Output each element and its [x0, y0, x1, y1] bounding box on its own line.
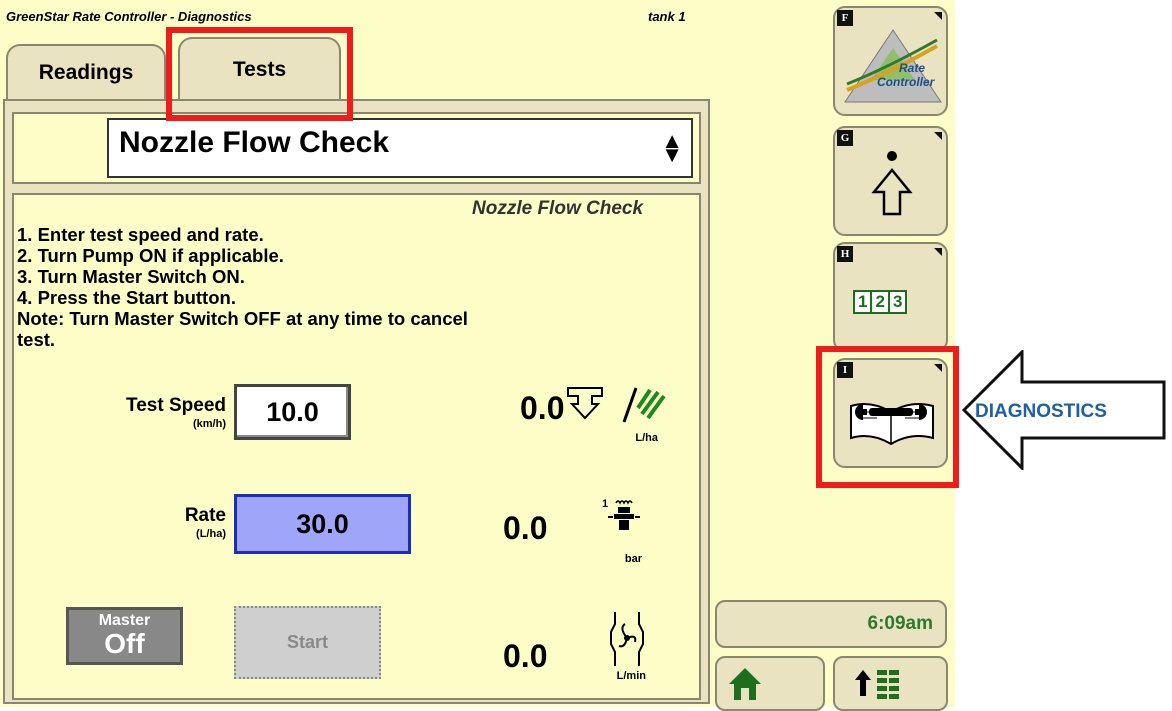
flow-value: 0.0 — [503, 638, 548, 674]
digit-two: 2 — [872, 290, 890, 314]
applied-rate-icon — [567, 387, 666, 423]
softkey-letter-g: G — [837, 130, 853, 146]
rate-unit: (L/ha) — [196, 528, 226, 540]
home-icon — [729, 668, 761, 700]
digit-three: 3 — [889, 290, 908, 314]
test-speed-unit: (km/h) — [193, 418, 226, 430]
instruction-line: test. — [17, 329, 56, 350]
softkey-g[interactable]: G — [833, 126, 948, 236]
softkey-f-rate-controller[interactable]: F Rate Controller — [833, 6, 948, 116]
rate-input[interactable]: 30.0 — [234, 494, 411, 554]
corner-marker-icon — [934, 12, 942, 20]
controller-logo-text: Controller — [877, 75, 935, 89]
numbered-123-icon: 1 2 3 — [853, 290, 908, 314]
pressure-unit: bar — [624, 553, 642, 565]
start-button[interactable]: Start — [234, 606, 381, 679]
corner-marker-icon — [934, 248, 942, 256]
home-button[interactable] — [715, 656, 825, 711]
window-title: GreenStar Rate Controller - Diagnostics — [6, 9, 252, 24]
master-state: Off — [104, 628, 145, 659]
up-down-arrows-icon: ▲ ▼ — [661, 128, 683, 167]
instruction-line: 1. Enter test speed and rate. — [17, 224, 264, 245]
master-switch-status: Master Off — [66, 607, 183, 665]
digit-one: 1 — [853, 290, 873, 314]
softkey-letter-f: F — [837, 10, 853, 26]
softkey-letter-h: H — [837, 246, 853, 262]
corner-marker-icon — [934, 132, 942, 140]
applied-rate-value: 0.0 — [520, 390, 565, 426]
clock-display: 6:09am — [715, 600, 947, 648]
flow-meter-icon — [610, 612, 644, 666]
instruction-line: 2. Turn Pump ON if applicable. — [17, 245, 284, 266]
pressure-sensor-icon — [608, 500, 640, 530]
test-speed-label: Test Speed — [126, 395, 226, 416]
softkey-h[interactable]: H 1 2 3 — [833, 242, 948, 352]
instruction-line: 4. Press the Start button. — [17, 287, 236, 308]
softkey-letter-i: I — [837, 362, 853, 378]
tab-readings[interactable]: Readings — [6, 44, 166, 100]
content-title: Nozzle Flow Check — [472, 198, 644, 219]
rate-controller-icon — [844, 29, 942, 103]
up-arrow-dot-icon — [871, 151, 913, 216]
diagnostics-annotation-label: DIAGNOSTICS — [975, 401, 1107, 422]
instruction-line: Note: Turn Master Switch OFF at any time… — [17, 308, 468, 329]
rate-label: Rate — [184, 505, 226, 526]
applied-rate-unit: L/ha — [635, 432, 658, 444]
test-type-dropdown[interactable]: Nozzle Flow Check ▲ ▼ — [107, 118, 693, 178]
instructions-list: 1. Enter test speed and rate. 2. Turn Pu… — [17, 224, 468, 350]
display-screen: GreenStar Rate Controller - Diagnostics … — [0, 0, 955, 711]
test-speed-input[interactable]: 10.0 — [234, 384, 351, 440]
tab-tests[interactable]: Tests — [178, 37, 341, 101]
pressure-value: 0.0 — [503, 510, 548, 546]
test-type-selected: Nozzle Flow Check — [119, 126, 390, 159]
up-arrow-grid-icon — [855, 670, 899, 699]
rate-logo-text: Rate — [899, 61, 926, 75]
corner-marker-icon — [934, 364, 942, 372]
instruction-line: 3. Turn Master Switch ON. — [17, 266, 245, 287]
diagnostics-wrench-book-icon — [850, 403, 934, 446]
tank-label: tank 1 — [648, 9, 686, 24]
menu-button[interactable] — [833, 656, 948, 711]
softkey-i-diagnostics[interactable]: I — [833, 358, 948, 468]
flow-unit: L/min — [616, 670, 646, 682]
